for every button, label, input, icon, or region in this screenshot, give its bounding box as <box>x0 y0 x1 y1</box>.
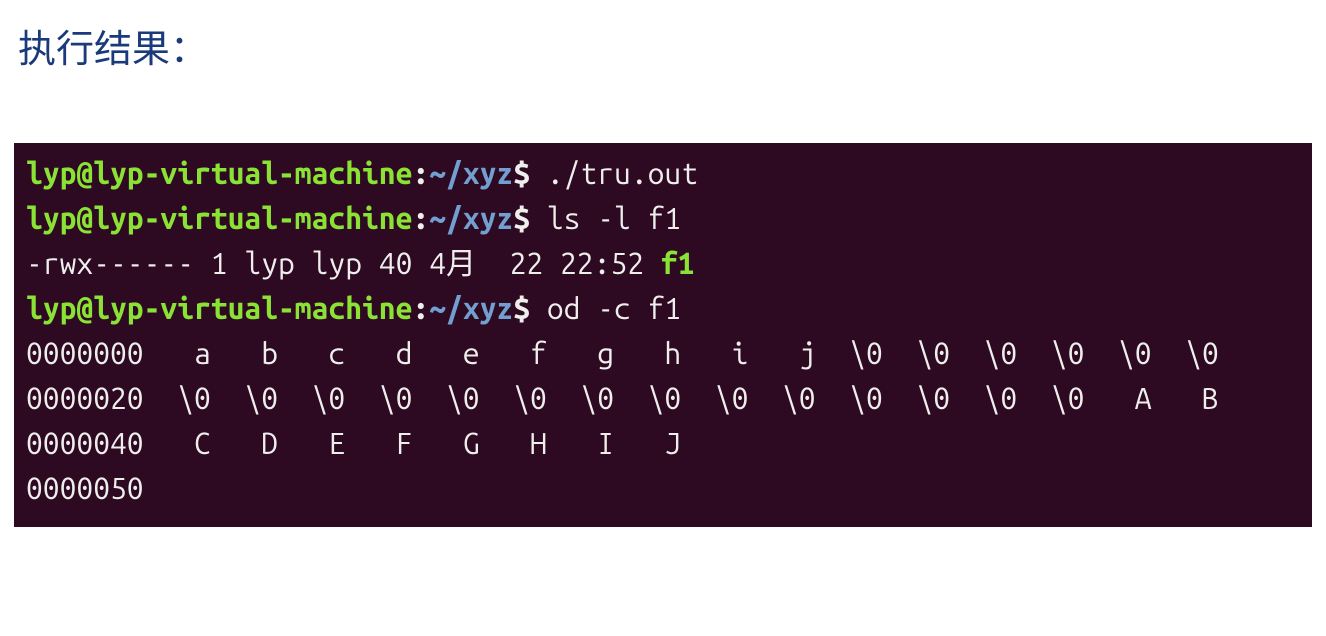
prompt-path: ~/xyz <box>429 201 513 235</box>
prompt-user-host: lyp@lyp-virtual-machine <box>26 156 412 190</box>
command-2: ls -l f1 <box>530 201 681 235</box>
prompt-colon: : <box>412 291 429 325</box>
terminal-window: lyp@lyp-virtual-machine:~/xyz$ ./tru.out… <box>14 143 1312 527</box>
od-output-line-1: 0000000 a b c d e f g h i j \0 \0 \0 \0 … <box>26 336 1219 370</box>
prompt-colon: : <box>412 201 429 235</box>
command-3: od -c f1 <box>530 291 681 325</box>
prompt-user-host: lyp@lyp-virtual-machine <box>26 291 412 325</box>
prompt-dollar: $ <box>513 201 530 235</box>
prompt-dollar: $ <box>513 291 530 325</box>
prompt-user-host: lyp@lyp-virtual-machine <box>26 201 412 235</box>
od-output-line-3: 0000040 C D E F G H I J <box>26 426 681 460</box>
ls-output-prefix: -rwx------ 1 lyp lyp 40 4月 22 22:52 <box>26 246 661 280</box>
prompt-path: ~/xyz <box>429 156 513 190</box>
od-output-line-2: 0000020 \0 \0 \0 \0 \0 \0 \0 \0 \0 \0 \0… <box>26 381 1219 415</box>
prompt-colon: : <box>412 156 429 190</box>
command-1: ./tru.out <box>530 156 698 190</box>
ls-output-filename: f1 <box>661 246 695 280</box>
page-heading: 执行结果： <box>18 18 1326 73</box>
od-output-line-4: 0000050 <box>26 471 144 505</box>
prompt-dollar: $ <box>513 156 530 190</box>
prompt-path: ~/xyz <box>429 291 513 325</box>
